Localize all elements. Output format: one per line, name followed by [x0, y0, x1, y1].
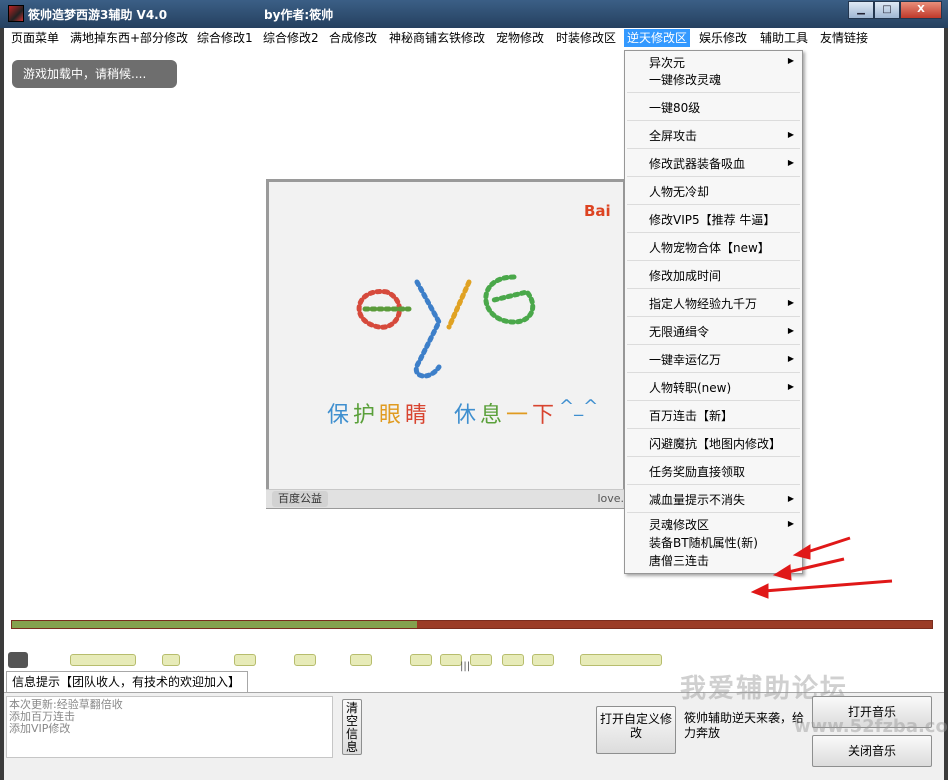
loading-toast: 游戏加载中，请稍候....: [12, 60, 177, 88]
close-button[interactable]: X: [900, 1, 942, 19]
clear-info-button[interactable]: 清空信息: [342, 699, 362, 755]
dd-item-dimension[interactable]: 异次元 ▶: [625, 53, 802, 70]
progress-bar: [11, 620, 933, 629]
svg-text:睛: 睛: [405, 403, 427, 428]
dd-item-bonus-time[interactable]: 修改加成时间: [625, 261, 802, 289]
dd-item-damage-hint[interactable]: 减血量提示不消失 ▶: [625, 485, 802, 513]
window-title: 筱帅造梦西游3辅助 V4.0: [28, 8, 168, 22]
chip: [470, 654, 492, 666]
dd-item-no-cooldown[interactable]: 人物无冷却: [625, 177, 802, 205]
ad-image[interactable]: Bai 保 护 眼 睛 休 息 一 下 ^_^: [266, 179, 626, 509]
triangle-right-icon: ▶: [787, 158, 794, 167]
dd-item-weapon-lifesteal[interactable]: 修改武器装备吸血 ▶: [625, 149, 802, 177]
menu-bar: 页面菜单 满地掉东西+部分修改 综合修改1 综合修改2 合成修改 神秘商铺玄铁修…: [4, 28, 944, 48]
menu-tools[interactable]: 辅助工具: [757, 29, 811, 47]
svg-text:休: 休: [454, 403, 476, 428]
dd-item-soul-zone[interactable]: 灵魂修改区 ▶: [625, 515, 802, 533]
triangle-right-icon: ▶: [787, 326, 794, 335]
eye-artwork: 保 护 眼 睛 休 息 一 下 ^_^: [327, 274, 598, 428]
stop-music-button[interactable]: 关闭音乐: [812, 735, 932, 767]
dark-icon: [8, 652, 28, 668]
menu-page[interactable]: 页面菜单: [8, 29, 62, 47]
maximize-button[interactable]: □: [874, 1, 900, 19]
chip: [350, 654, 372, 666]
toolbar-strip: [4, 650, 944, 670]
splitter-handle[interactable]: |||: [460, 661, 470, 672]
progress-fill: [12, 621, 417, 628]
menu-fashion[interactable]: 时装修改区: [553, 29, 619, 47]
menu-general-1[interactable]: 综合修改1: [194, 29, 256, 47]
menu-godlike[interactable]: 逆天修改区: [624, 29, 691, 47]
chip: [70, 654, 136, 666]
dd-item-pet-merge[interactable]: 人物宠物合体【new】: [625, 233, 802, 261]
url-watermark: www.52fzba.com: [794, 716, 948, 737]
baidu-logo: Bai: [584, 202, 611, 220]
love-label: love.: [597, 492, 624, 505]
triangle-right-icon: ▶: [787, 298, 794, 307]
dd-item-level-80[interactable]: 一键80级: [625, 93, 802, 121]
main-window: 页面菜单 满地掉东西+部分修改 综合修改1 综合修改2 合成修改 神秘商铺玄铁修…: [4, 28, 948, 780]
menu-links[interactable]: 友情链接: [817, 29, 871, 47]
triangle-right-icon: ▶: [787, 354, 794, 363]
triangle-right-icon: ▶: [787, 519, 794, 528]
menu-synthesis[interactable]: 合成修改: [326, 29, 380, 47]
red-arrow-icon: [750, 536, 893, 599]
chip: [440, 654, 462, 666]
svg-text:^_^: ^_^: [559, 396, 598, 417]
dd-item-modify-soul[interactable]: 一键修改灵魂: [625, 71, 802, 87]
title-bar: 筱帅造梦西游3辅助 V4.0 by作者:筱帅 ▁ □ X: [0, 0, 948, 28]
dd-item-dodge[interactable]: 闪避魔抗【地图内修改】: [625, 429, 802, 457]
dd-item-wanted[interactable]: 无限通缉令 ▶: [625, 317, 802, 345]
tab-info[interactable]: 信息提示【团队收人，有技术的欢迎加入】: [6, 671, 248, 693]
dd-item-quest-reward[interactable]: 任务奖励直接领取: [625, 457, 802, 485]
ad-footer: 百度公益 love.: [266, 489, 626, 508]
menu-drop-items[interactable]: 满地掉东西+部分修改: [67, 29, 191, 47]
dd-item-job-change[interactable]: 人物转职(new) ▶: [625, 373, 802, 401]
charity-label[interactable]: 百度公益: [272, 491, 328, 507]
dd-item-luck[interactable]: 一键幸运亿万 ▶: [625, 345, 802, 373]
triangle-right-icon: ▶: [787, 130, 794, 139]
menu-pet[interactable]: 宠物修改: [493, 29, 547, 47]
dd-item-vip5[interactable]: 修改VIP5【推荐 牛逼】: [625, 205, 802, 233]
minimize-button[interactable]: ▁: [848, 1, 874, 19]
svg-text:一: 一: [506, 403, 528, 428]
chip: [580, 654, 662, 666]
svg-text:保: 保: [327, 403, 349, 428]
dd-item-fullscreen-attack[interactable]: 全屏攻击 ▶: [625, 121, 802, 149]
godlike-dropdown-menu: 异次元 ▶ 一键修改灵魂 一键80级 全屏攻击 ▶ 修改武器装备吸血 ▶ 人物无…: [624, 50, 803, 574]
info-textarea[interactable]: 本次更新:经验草翻倍收 添加百万连击 添加VIP修改: [6, 696, 333, 758]
menu-mystery-shop[interactable]: 神秘商铺玄铁修改: [386, 29, 488, 47]
info-line: 添加VIP修改: [9, 722, 71, 735]
svg-text:息: 息: [480, 403, 502, 428]
svg-text:眼: 眼: [379, 403, 401, 428]
chip: [294, 654, 316, 666]
dd-item-exp[interactable]: 指定人物经验九千万 ▶: [625, 289, 802, 317]
triangle-right-icon: ▶: [787, 494, 794, 503]
game-icon: [8, 5, 24, 22]
triangle-right-icon: ▶: [787, 56, 794, 65]
open-custom-edit-button[interactable]: 打开自定义修改: [596, 706, 676, 754]
svg-text:下: 下: [532, 403, 554, 428]
chip: [162, 654, 180, 666]
chip: [502, 654, 524, 666]
author-label: by作者:筱帅: [264, 8, 334, 22]
triangle-right-icon: ▶: [787, 382, 794, 391]
chip: [532, 654, 554, 666]
bottom-panel: 本次更新:经验草翻倍收 添加百万连击 添加VIP修改 清空信息 打开自定义修改 …: [4, 674, 948, 780]
status-text: 筱帅辅助逆天来袭，给力奔放: [684, 711, 805, 740]
svg-text:护: 护: [353, 403, 375, 428]
chip: [234, 654, 256, 666]
chip: [410, 654, 432, 666]
divider: [627, 512, 800, 513]
dd-item-million-combo[interactable]: 百万连击【新】: [625, 401, 802, 429]
menu-general-2[interactable]: 综合修改2: [260, 29, 322, 47]
menu-fun[interactable]: 娱乐修改: [696, 29, 750, 47]
